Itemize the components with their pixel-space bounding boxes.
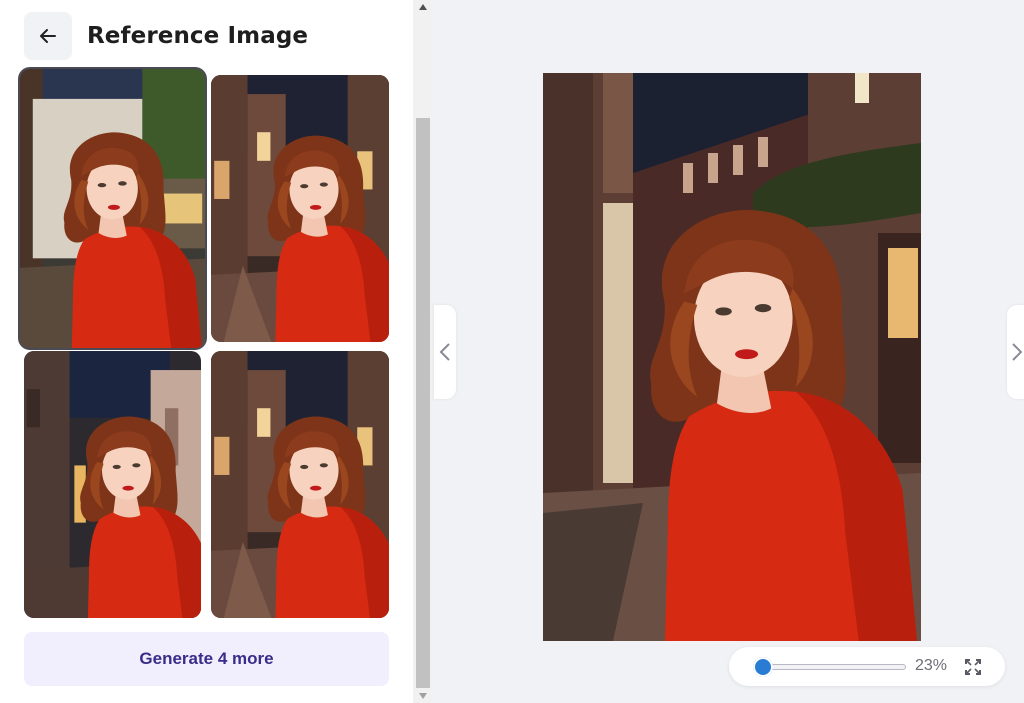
scroll-down-arrow[interactable]	[413, 689, 433, 703]
zoom-percentage: 23%	[915, 657, 948, 674]
zoom-slider-track[interactable]	[753, 664, 906, 670]
panel-scrollbar[interactable]	[413, 0, 433, 703]
previous-image-button[interactable]	[434, 305, 456, 399]
zoom-slider-knob[interactable]	[753, 657, 773, 677]
scroll-up-arrow[interactable]	[413, 0, 433, 14]
thumbnail-1[interactable]	[20, 69, 205, 348]
chevron-right-icon	[1011, 343, 1022, 361]
triangle-down-icon	[419, 693, 427, 699]
thumbnail-4[interactable]	[211, 351, 389, 618]
thumbnail-2[interactable]	[211, 75, 389, 342]
thumbnail-image	[211, 351, 389, 618]
back-button[interactable]	[24, 12, 72, 60]
page-title: Reference Image	[87, 23, 309, 49]
chevron-left-icon	[439, 343, 450, 361]
panel-header: Reference Image	[24, 12, 308, 60]
thumbnail-image	[20, 69, 205, 348]
next-image-button[interactable]	[1007, 305, 1024, 399]
scrollbar-thumb[interactable]	[416, 118, 430, 688]
thumbnail-image	[211, 75, 389, 342]
zoom-control: 23%	[729, 647, 1005, 686]
generate-more-button[interactable]: Generate 4 more	[24, 632, 389, 686]
reference-panel: Reference Image Generate 4 more	[0, 0, 413, 703]
preview-image-content	[543, 73, 921, 641]
preview-image	[543, 73, 921, 641]
triangle-up-icon	[419, 4, 427, 10]
expand-icon[interactable]	[963, 657, 983, 677]
thumbnail-3[interactable]	[24, 351, 201, 618]
arrow-left-icon	[40, 29, 56, 43]
thumbnail-image	[24, 351, 201, 618]
